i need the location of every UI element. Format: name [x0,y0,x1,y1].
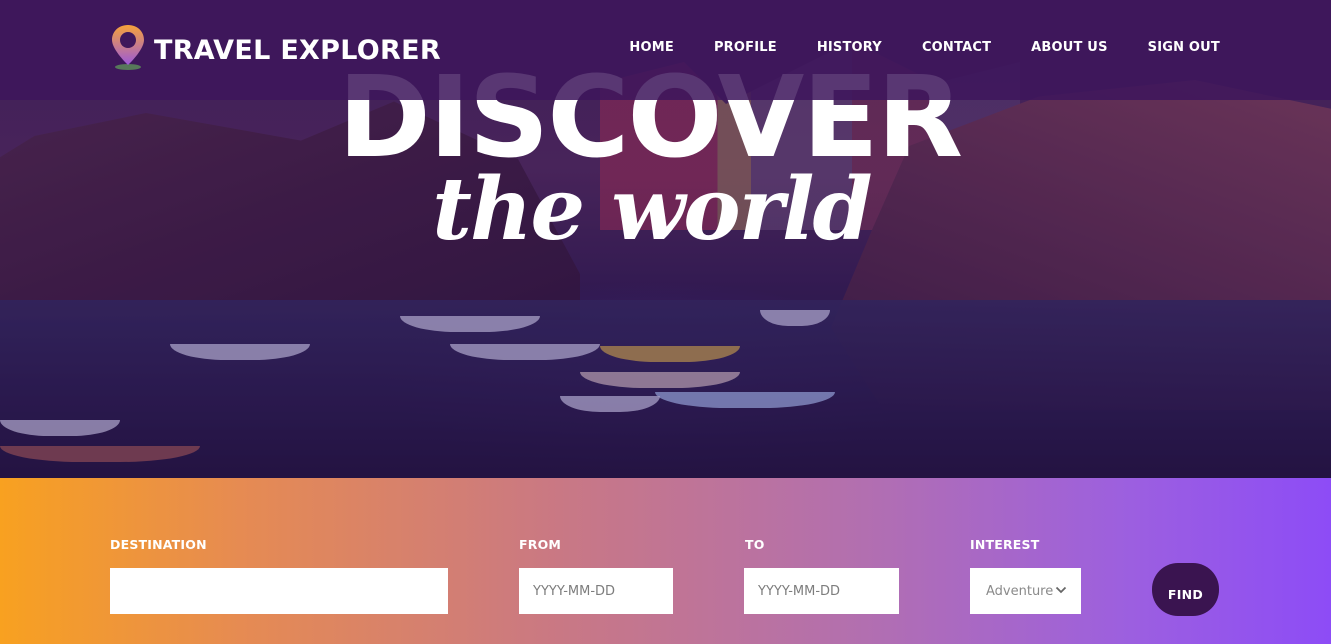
from-date-input[interactable] [519,568,673,614]
from-label: FROM [519,537,562,552]
find-button[interactable]: FIND [1152,563,1219,616]
destination-input[interactable] [110,568,448,614]
map-pin-icon [112,25,144,70]
nav-profile[interactable]: PROFILE [714,40,777,55]
interest-label: INTEREST [970,537,1040,552]
nav-history[interactable]: HISTORY [817,40,882,55]
nav-about-us[interactable]: ABOUT US [1031,40,1108,55]
nav-sign-out[interactable]: SIGN OUT [1148,40,1220,55]
interest-select[interactable]: Adventure [970,568,1081,614]
interest-selected-value: Adventure [986,583,1054,599]
hero-tagline: the world [432,159,872,260]
chevron-down-icon [1055,586,1067,594]
to-date-input[interactable] [744,568,899,614]
trip-search-form: DESTINATION FROM TO INTEREST Adventure F… [0,478,1331,644]
to-label: TO [745,537,765,552]
top-navbar: TRAVEL EXPLORER HOME PROFILE HISTORY CON… [0,0,1331,100]
brand-name: TRAVEL EXPLORER [154,34,441,66]
destination-label: DESTINATION [110,537,207,552]
main-nav: HOME PROFILE HISTORY CONTACT ABOUT US SI… [589,40,1220,55]
brand-logo[interactable]: TRAVEL EXPLORER [108,22,441,72]
page: DISCOVER the world TRAVEL EXPLORER HOME … [0,0,1331,644]
nav-contact[interactable]: CONTACT [922,40,991,55]
nav-home[interactable]: HOME [629,40,674,55]
